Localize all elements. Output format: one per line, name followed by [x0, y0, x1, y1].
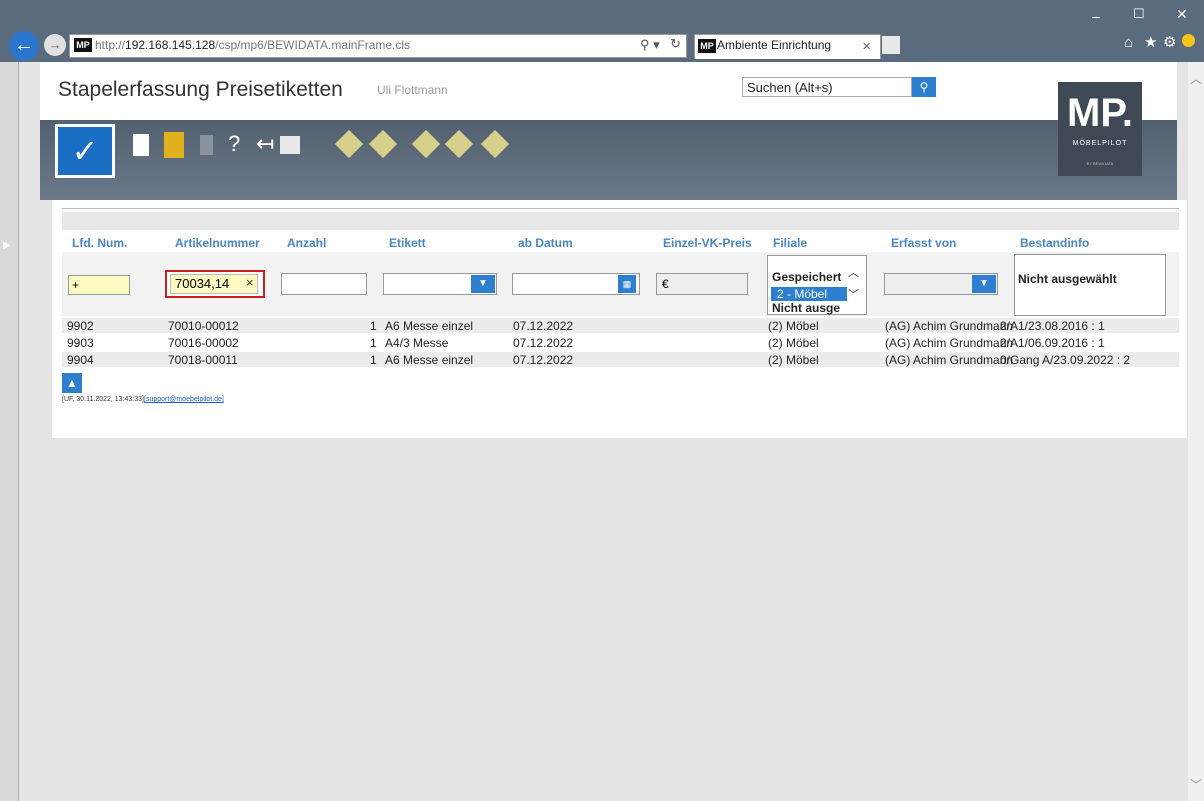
back-arrow-icon[interactable]: ↤ — [256, 131, 274, 157]
calendar-icon[interactable]: ▦ — [618, 275, 636, 293]
cell-etikett: A6 Messe einzel — [385, 353, 474, 367]
cell-filiale: (2) Möbel — [768, 319, 819, 333]
artikelnummer-input[interactable]: 70034,14 × — [165, 270, 265, 298]
filiale-option-selected[interactable]: 2 - Möbel — [771, 287, 847, 301]
cell-artikel: 70010-00012 — [168, 319, 239, 333]
cell-artikel: 70018-00011 — [168, 353, 238, 367]
divider — [62, 208, 1179, 209]
lfd-num-input[interactable]: + — [68, 275, 130, 295]
open-folder-icon[interactable] — [164, 132, 184, 158]
smiley-icon[interactable] — [1182, 34, 1195, 47]
search-dropdown-icon[interactable]: ⚲ ▾ — [640, 37, 660, 53]
cell-datum: 07.12.2022 — [513, 336, 574, 350]
new-document-icon[interactable] — [133, 134, 149, 156]
help-icon[interactable]: ? — [228, 131, 240, 157]
moebelpilot-logo: MP. MÖBELPILOT BY BEWIDATA — [1058, 82, 1142, 176]
page-title: Stapelerfassung Preisetiketten — [58, 78, 343, 101]
toolbar — [40, 120, 1177, 200]
search-icon: ⚲ — [919, 80, 929, 94]
cell-erfasst: (AG) Achim Grundmann — [885, 319, 1014, 333]
scroll-top-button[interactable]: ▲ — [62, 373, 82, 393]
delete-trash-icon[interactable] — [200, 135, 213, 155]
favorites-star-icon[interactable]: ★ — [1144, 33, 1157, 51]
cell-erfasst: (AG) Achim Grundmann — [885, 353, 1014, 367]
col-header-preis[interactable]: Einzel-VK-Preis — [663, 236, 752, 250]
search-input[interactable]: Suchen (Alt+s) — [742, 77, 912, 97]
col-header-etikett[interactable]: Etikett — [389, 236, 426, 250]
window-close-button[interactable]: ✕ — [1176, 6, 1188, 23]
col-header-artikel[interactable]: Artikelnummer — [175, 236, 260, 250]
support-link[interactable]: [support@moebelpilot.de] — [144, 396, 224, 403]
cell-bestand: 2/A1/23.08.2016 : 1 — [1000, 319, 1105, 333]
cell-erfasst: (AG) Achim Grundmann — [885, 336, 1014, 350]
tab-title: Ambiente Einrichtung — [717, 38, 832, 52]
back-button[interactable]: ← — [9, 31, 39, 61]
footer-meta: [UF, 30.11.2022, 13:43:33] — [62, 396, 144, 403]
bestandinfo-value: Nicht ausgewählt — [1018, 272, 1117, 286]
new-tab-button[interactable] — [882, 36, 900, 54]
filiale-option[interactable]: Gespeichert — [772, 270, 841, 284]
cell-bestand: 2/A1/06.09.2016 : 1 — [1000, 336, 1105, 350]
anzahl-input[interactable] — [281, 273, 367, 295]
cell-lfd: 9903 — [67, 336, 94, 350]
cell-bestand: 0/Gang A/23.09.2022 : 2 — [1000, 353, 1131, 367]
forward-button[interactable]: → — [44, 34, 66, 56]
col-header-lfd[interactable]: Lfd. Num. — [72, 236, 127, 250]
scroll-down-icon[interactable]: ﹀ — [1190, 776, 1202, 793]
cell-datum: 07.12.2022 — [513, 353, 574, 367]
etikett-dropdown-icon[interactable]: ▼ — [471, 275, 495, 293]
user-name: Uli Flottmann — [377, 83, 448, 97]
cell-filiale: (2) Möbel — [768, 353, 819, 367]
col-header-anzahl[interactable]: Anzahl — [287, 236, 326, 250]
cell-etikett: A4/3 Messe — [385, 336, 449, 350]
side-panel-toggle[interactable] — [0, 62, 19, 801]
cell-anzahl: 1 — [370, 353, 377, 367]
refresh-icon[interactable]: ↻ — [670, 36, 681, 52]
cell-datum: 07.12.2022 — [513, 319, 574, 333]
cell-artikel: 70016-00002 — [168, 336, 239, 350]
grid-caption-bar — [62, 212, 1179, 230]
address-url[interactable]: http://192.168.145.128/csp/mp6/BEWIDATA.… — [95, 38, 410, 52]
scroll-up-icon[interactable]: ︿ — [1190, 70, 1202, 87]
scroll-down-icon[interactable]: ﹀ — [848, 286, 859, 302]
clear-input-icon[interactable]: × — [246, 275, 254, 290]
save-button[interactable]: ✓ — [55, 124, 115, 178]
cell-etikett: A6 Messe einzel — [385, 319, 474, 333]
site-favicon-icon: MP — [74, 38, 92, 52]
artikelnummer-value[interactable]: 70034,14 — [170, 274, 258, 294]
filiale-option[interactable]: Nicht ausge — [772, 301, 840, 315]
cell-lfd: 9904 — [67, 353, 94, 367]
window-maximize-button[interactable]: ☐ — [1133, 6, 1145, 22]
tab-close-icon[interactable]: ✕ — [862, 40, 871, 53]
side-panel-arrow-icon[interactable]: ▶ — [3, 240, 11, 251]
print-icon[interactable] — [280, 136, 300, 154]
erfasst-dropdown-icon[interactable]: ▼ — [972, 275, 996, 293]
col-header-bestand[interactable]: Bestandinfo — [1020, 236, 1089, 250]
cell-anzahl: 1 — [370, 319, 377, 333]
filiale-listbox[interactable]: Gespeichert 2 - Möbel Nicht ausge ︿ ﹀ — [767, 255, 867, 315]
scroll-up-icon[interactable]: ︿ — [848, 264, 859, 280]
cell-lfd: 9902 — [67, 319, 94, 333]
settings-gear-icon[interactable]: ⚙ — [1163, 33, 1176, 51]
col-header-filiale[interactable]: Filiale — [773, 236, 807, 250]
cell-anzahl: 1 — [370, 336, 377, 350]
vertical-scrollbar[interactable] — [1188, 62, 1204, 801]
preis-input: € — [656, 273, 748, 295]
home-icon[interactable]: ⌂ — [1124, 34, 1133, 51]
tab-favicon-icon: MP — [698, 39, 716, 53]
search-button[interactable]: ⚲ — [912, 77, 936, 97]
col-header-datum[interactable]: ab Datum — [518, 236, 573, 250]
footer-info: [UF, 30.11.2022, 13:43:33][support@moebe… — [62, 396, 224, 403]
col-header-erfasst[interactable]: Erfasst von — [891, 236, 956, 250]
cell-filiale: (2) Möbel — [768, 336, 819, 350]
window-minimize-button[interactable]: – — [1092, 8, 1100, 24]
